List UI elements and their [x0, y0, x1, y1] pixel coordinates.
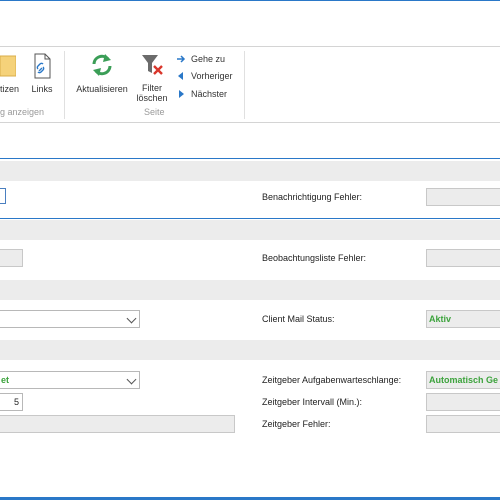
zeitgeber-aufgaben-label: Zeitgeber Aufgabenwarteschlange:: [262, 375, 402, 385]
section-divider-1: [0, 218, 500, 219]
notizen-button[interactable]: tizen: [0, 53, 22, 94]
aktualisieren-button[interactable]: Aktualisieren: [72, 52, 132, 94]
section-body-2: Beobachtungsliste Fehler:: [0, 240, 500, 280]
zeitgeber-aufgaben-field: Automatisch Ge: [426, 371, 500, 389]
left-dropdown-2-value: et: [1, 375, 10, 385]
client-mail-status-label: Client Mail Status:: [262, 314, 335, 324]
beobachtungsliste-fehler-field: [426, 249, 500, 267]
left-small-field: [0, 249, 23, 267]
section-header-1: [0, 161, 500, 181]
vorheriger-button[interactable]: Vorheriger: [176, 68, 233, 84]
client-mail-status-value: Aktiv: [429, 314, 452, 324]
interval-input[interactable]: 5: [0, 393, 23, 411]
arrow-right-icon: [177, 55, 186, 63]
benachrichtigung-fehler-label: Benachrichtigung Fehler:: [262, 192, 363, 202]
aktualisieren-label: Aktualisieren: [76, 84, 128, 94]
chevron-down-icon: [126, 313, 137, 324]
header-divider: [0, 158, 500, 159]
left-wide-field: [0, 415, 235, 433]
triangle-left-icon: [178, 72, 183, 80]
ribbon: tizen Links g anzeigen Aktualisieren Fil…: [0, 46, 500, 123]
client-mail-status-field: Aktiv: [426, 310, 500, 328]
gehe-zu-button[interactable]: Gehe zu: [176, 51, 225, 67]
section-header-3: [0, 280, 500, 300]
naechster-button[interactable]: Nächster: [176, 86, 227, 102]
left-checkbox-field[interactable]: [0, 188, 6, 204]
zeitgeber-aufgaben-value: Automatisch Ge: [429, 375, 499, 385]
links-button[interactable]: Links: [28, 53, 56, 94]
naechster-label: Nächster: [191, 89, 228, 99]
left-dropdown-1[interactable]: [0, 310, 140, 328]
triangle-right-icon: [179, 90, 184, 98]
zeitgeber-intervall-label: Zeitgeber Intervall (Min.):: [262, 397, 363, 407]
section-body-1: Benachrichtigung Fehler:: [0, 181, 500, 218]
vorheriger-label: Vorheriger: [191, 71, 233, 81]
benachrichtigung-fehler-field: [426, 188, 500, 206]
clear-filter-icon: [142, 55, 163, 75]
link-document-icon: [34, 53, 51, 79]
window-top-border: [0, 0, 500, 1]
filter-label-line2: löschen: [136, 93, 168, 103]
group-label-anzeigen: g anzeigen: [0, 107, 45, 117]
note-icon: [0, 55, 16, 77]
refresh-icon: [92, 54, 112, 76]
zeitgeber-fehler-label: Zeitgeber Fehler:: [262, 419, 331, 429]
section-body-4: et 5 Zeitgeber Aufgabenwarteschlange: Au…: [0, 360, 500, 440]
gehe-zu-label: Gehe zu: [191, 54, 226, 64]
ribbon-separator: [64, 51, 65, 119]
zeitgeber-intervall-field: [426, 393, 500, 411]
links-label: Links: [31, 84, 53, 94]
section-body-3: Client Mail Status: Aktiv: [0, 300, 500, 340]
beobachtungsliste-fehler-label: Beobachtungsliste Fehler:: [262, 253, 367, 263]
interval-value: 5: [13, 397, 19, 407]
filter-label-line1: Filter: [142, 83, 162, 93]
group-label-seite: Seite: [144, 107, 165, 117]
ribbon-separator-2: [244, 51, 245, 119]
filter-loeschen-button[interactable]: Filter löschen: [134, 52, 170, 103]
notizen-label: tizen: [0, 84, 20, 94]
zeitgeber-fehler-field: [426, 415, 500, 433]
left-dropdown-2[interactable]: et: [0, 371, 140, 389]
section-header-2: [0, 220, 500, 240]
section-header-4: [0, 340, 500, 360]
